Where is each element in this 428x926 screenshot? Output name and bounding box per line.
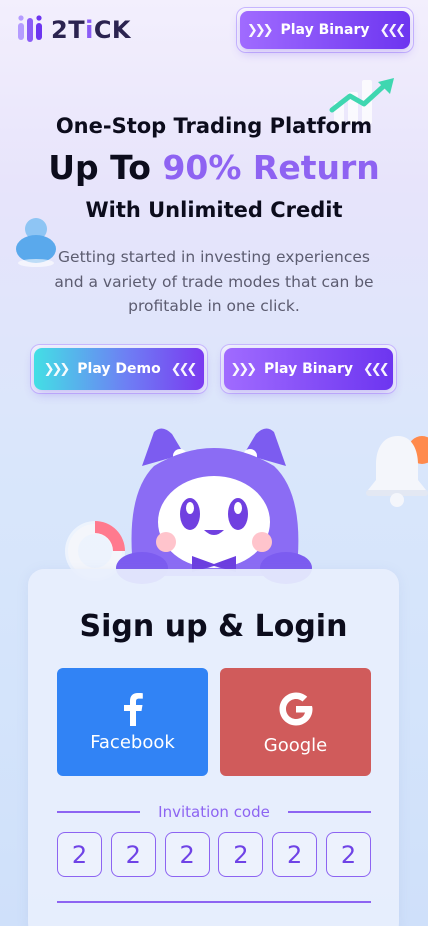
google-login-button[interactable]: Google (220, 668, 371, 776)
invitation-code-inputs: 2 2 2 2 2 2 (57, 832, 371, 877)
double-chevron-left-icon: ❮❮❮ (170, 361, 198, 377)
auth-title: Sign up & Login (79, 609, 348, 644)
brand-logo[interactable]: 2TiCK (17, 14, 131, 46)
invitation-code-digit-2[interactable]: 2 (110, 832, 156, 877)
hero-description: Getting started in investing experiences… (54, 248, 374, 315)
logo-icon (17, 14, 43, 46)
google-label: Google (263, 734, 328, 756)
play-binary-button[interactable]: ❯❯❯ Play Binary ❮❮❮ (220, 344, 397, 394)
divider-line (287, 811, 372, 813)
double-chevron-right-icon: ❯❯❯ (246, 22, 274, 38)
facebook-login-button[interactable]: Facebook (57, 668, 208, 776)
invitation-code-digit-3[interactable]: 2 (164, 832, 210, 877)
mascot-illustration (114, 426, 314, 590)
auth-card: Sign up & Login Facebook Google Invitati… (28, 569, 399, 926)
facebook-label: Facebook (90, 731, 175, 753)
hero-tagline: With Unlimited Credit (85, 198, 343, 222)
double-chevron-left-icon: ❮❮❮ (379, 22, 407, 38)
invitation-code-divider: Invitation code (57, 801, 372, 823)
hero-highlight: 90% Return (162, 148, 380, 187)
hero-subtitle: One-Stop Trading Platform (55, 114, 373, 138)
facebook-icon (123, 692, 143, 726)
invitation-code-digit-5[interactable]: 2 (272, 832, 318, 877)
double-chevron-right-icon: ❯❯❯ (230, 361, 257, 377)
hero-title: Up To 90% Return (48, 148, 380, 187)
double-chevron-right-icon: ❯❯❯ (43, 361, 71, 377)
play-demo-label: Play Demo (77, 361, 161, 377)
google-icon (279, 692, 312, 725)
header-play-binary-button[interactable]: ❯❯❯ Play Binary ❮❮❮ (236, 7, 414, 53)
header-play-binary-label: Play Binary (280, 22, 370, 38)
invitation-code-digit-4[interactable]: 2 (218, 832, 264, 877)
invitation-code-digit-6[interactable]: 2 (325, 832, 371, 877)
invitation-code-digit-1[interactable]: 2 (57, 832, 102, 877)
brand-name: 2TiCK (51, 16, 132, 44)
play-binary-label: Play Binary (264, 361, 353, 377)
double-chevron-left-icon: ❮❮❮ (363, 361, 390, 377)
divider-line (57, 811, 141, 813)
play-demo-button[interactable]: ❯❯❯ Play Demo ❮❮❮ (30, 344, 208, 394)
bottom-divider (57, 901, 371, 903)
bell-icon (364, 430, 428, 514)
invitation-code-label: Invitation code (158, 803, 270, 821)
